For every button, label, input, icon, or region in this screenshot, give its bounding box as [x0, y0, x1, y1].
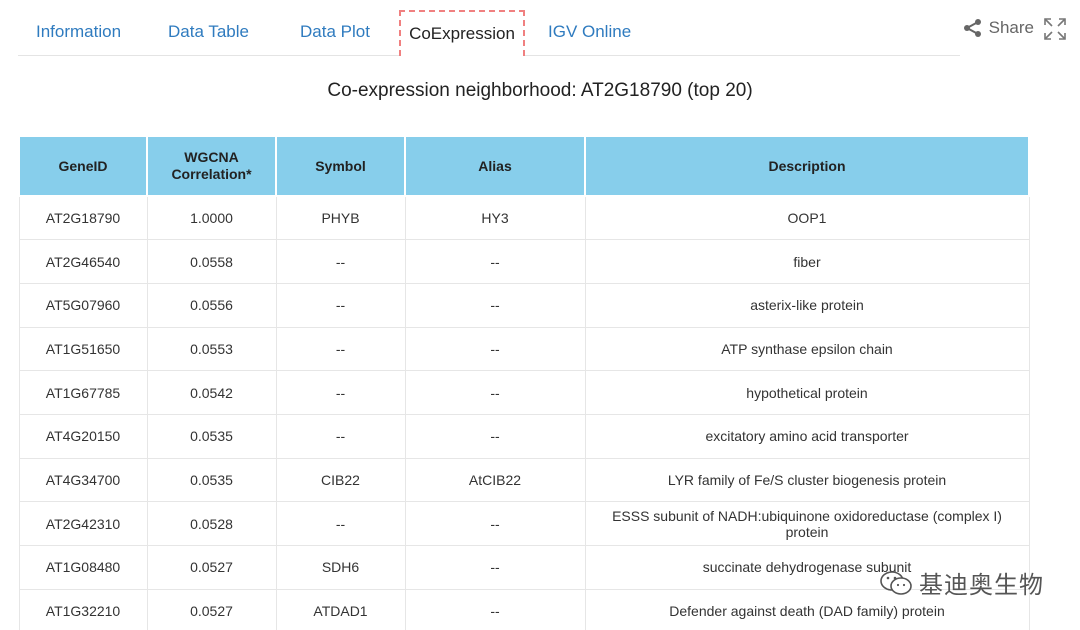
cell-description: hypothetical protein [585, 370, 1030, 415]
cell-correlation: 0.0535 [147, 458, 277, 503]
cell-correlation: 0.0535 [147, 414, 277, 459]
cell-correlation: 0.0527 [147, 545, 277, 590]
cell-symbol: PHYB [276, 196, 406, 241]
cell-symbol: ATDAD1 [276, 589, 406, 630]
cell-symbol: -- [276, 501, 406, 546]
cell-description: fiber [585, 239, 1030, 284]
cell-geneid: AT1G32210 [18, 589, 148, 630]
table-row[interactable]: AT1G51650 0.0553 -- -- ATP synthase epsilon … [18, 327, 1030, 372]
cell-symbol: -- [276, 414, 406, 459]
share-icon [963, 19, 981, 37]
cell-alias: -- [405, 370, 586, 415]
cell-symbol: -- [276, 327, 406, 372]
cell-correlation: 0.0556 [147, 283, 277, 328]
cell-description: ESSS subunit of NADH:ubiquinone oxidored… [585, 501, 1030, 546]
page-title: Co-expression neighborhood: AT2G18790 (t… [327, 80, 753, 101]
cell-symbol: -- [276, 283, 406, 328]
cell-correlation: 0.0528 [147, 501, 277, 546]
table-header-row: GeneID WGCNA Correlation* Symbol Alias D… [18, 135, 1030, 197]
cell-geneid: AT2G46540 [18, 239, 148, 284]
share-button[interactable]: Share [963, 18, 1034, 38]
cell-geneid: AT1G51650 [18, 327, 148, 372]
cell-alias: HY3 [405, 196, 586, 241]
fullscreen-icon[interactable] [1044, 18, 1066, 40]
cell-alias: -- [405, 414, 586, 459]
cell-geneid: AT4G20150 [18, 414, 148, 459]
table-row[interactable]: AT4G34700 0.0535 CIB22 AtCIB22 LYR family of… [18, 458, 1030, 503]
coexpression-table: GeneID WGCNA Correlation* Symbol Alias D… [18, 135, 1030, 630]
cell-geneid: AT5G07960 [18, 283, 148, 328]
cell-symbol: CIB22 [276, 458, 406, 503]
table-row[interactable]: AT5G07960 0.0556 -- -- asterix-like protein [18, 283, 1030, 328]
cell-alias: -- [405, 501, 586, 546]
tab-bar: Information Data Table Data Plot CoExpre… [18, 0, 960, 56]
column-header-alias[interactable]: Alias [404, 135, 586, 197]
cell-alias: -- [405, 545, 586, 590]
cell-description: OOP1 [585, 196, 1030, 241]
cell-correlation: 1.0000 [147, 196, 277, 241]
cell-correlation: 0.0553 [147, 327, 277, 372]
table-row[interactable]: AT1G67785 0.0542 -- -- hypothetical protein [18, 370, 1030, 415]
cell-geneid: AT1G08480 [18, 545, 148, 590]
cell-geneid: AT4G34700 [18, 458, 148, 503]
column-header-description[interactable]: Description [584, 135, 1030, 197]
tab-data-plot[interactable]: Data Plot [300, 22, 370, 42]
watermark-text: 基迪奥生物 [919, 571, 1044, 599]
cell-description: excitatory amino acid transporter [585, 414, 1030, 459]
cell-alias: -- [405, 327, 586, 372]
cell-geneid: AT2G18790 [18, 196, 148, 241]
cell-description: ATP synthase epsilon chain [585, 327, 1030, 372]
cell-symbol: -- [276, 370, 406, 415]
wechat-icon [880, 570, 912, 595]
cell-alias: AtCIB22 [405, 458, 586, 503]
cell-correlation: 0.0527 [147, 589, 277, 630]
cell-description: asterix-like protein [585, 283, 1030, 328]
cell-correlation: 0.0558 [147, 239, 277, 284]
table-row[interactable]: AT2G18790 1.0000 PHYB HY3 OOP1 [18, 196, 1030, 241]
table-row[interactable]: AT1G08480 0.0527 SDH6 -- succinate dehydroge… [18, 545, 1030, 590]
tab-information[interactable]: Information [36, 22, 121, 42]
share-label: Share [988, 18, 1034, 37]
column-header-wgcna-correlation[interactable]: WGCNA Correlation* [146, 135, 277, 197]
table-row[interactable]: AT2G46540 0.0558 -- -- fiber [18, 239, 1030, 284]
tab-igv-online[interactable]: IGV Online [548, 22, 631, 42]
cell-alias: -- [405, 283, 586, 328]
cell-symbol: -- [276, 239, 406, 284]
cell-alias: -- [405, 239, 586, 284]
table-row[interactable]: AT4G20150 0.0535 -- -- excitatory amino acid… [18, 414, 1030, 459]
tab-data-table[interactable]: Data Table [168, 22, 249, 42]
cell-geneid: AT2G42310 [18, 501, 148, 546]
cell-symbol: SDH6 [276, 545, 406, 590]
cell-geneid: AT1G67785 [18, 370, 148, 415]
column-header-geneid[interactable]: GeneID [18, 135, 148, 197]
table-row[interactable]: AT2G42310 0.0528 -- -- ESSS subunit of NADH:… [18, 501, 1030, 546]
watermark: 基迪奥生物 [879, 565, 1044, 600]
table-row[interactable]: AT1G32210 0.0527 ATDAD1 -- Defender against … [18, 589, 1030, 630]
cell-correlation: 0.0542 [147, 370, 277, 415]
cell-alias: -- [405, 589, 586, 630]
cell-description: LYR family of Fe/S cluster biogenesis pr… [585, 458, 1030, 503]
column-header-symbol[interactable]: Symbol [275, 135, 406, 197]
tab-coexpression[interactable]: CoExpression [399, 10, 525, 56]
